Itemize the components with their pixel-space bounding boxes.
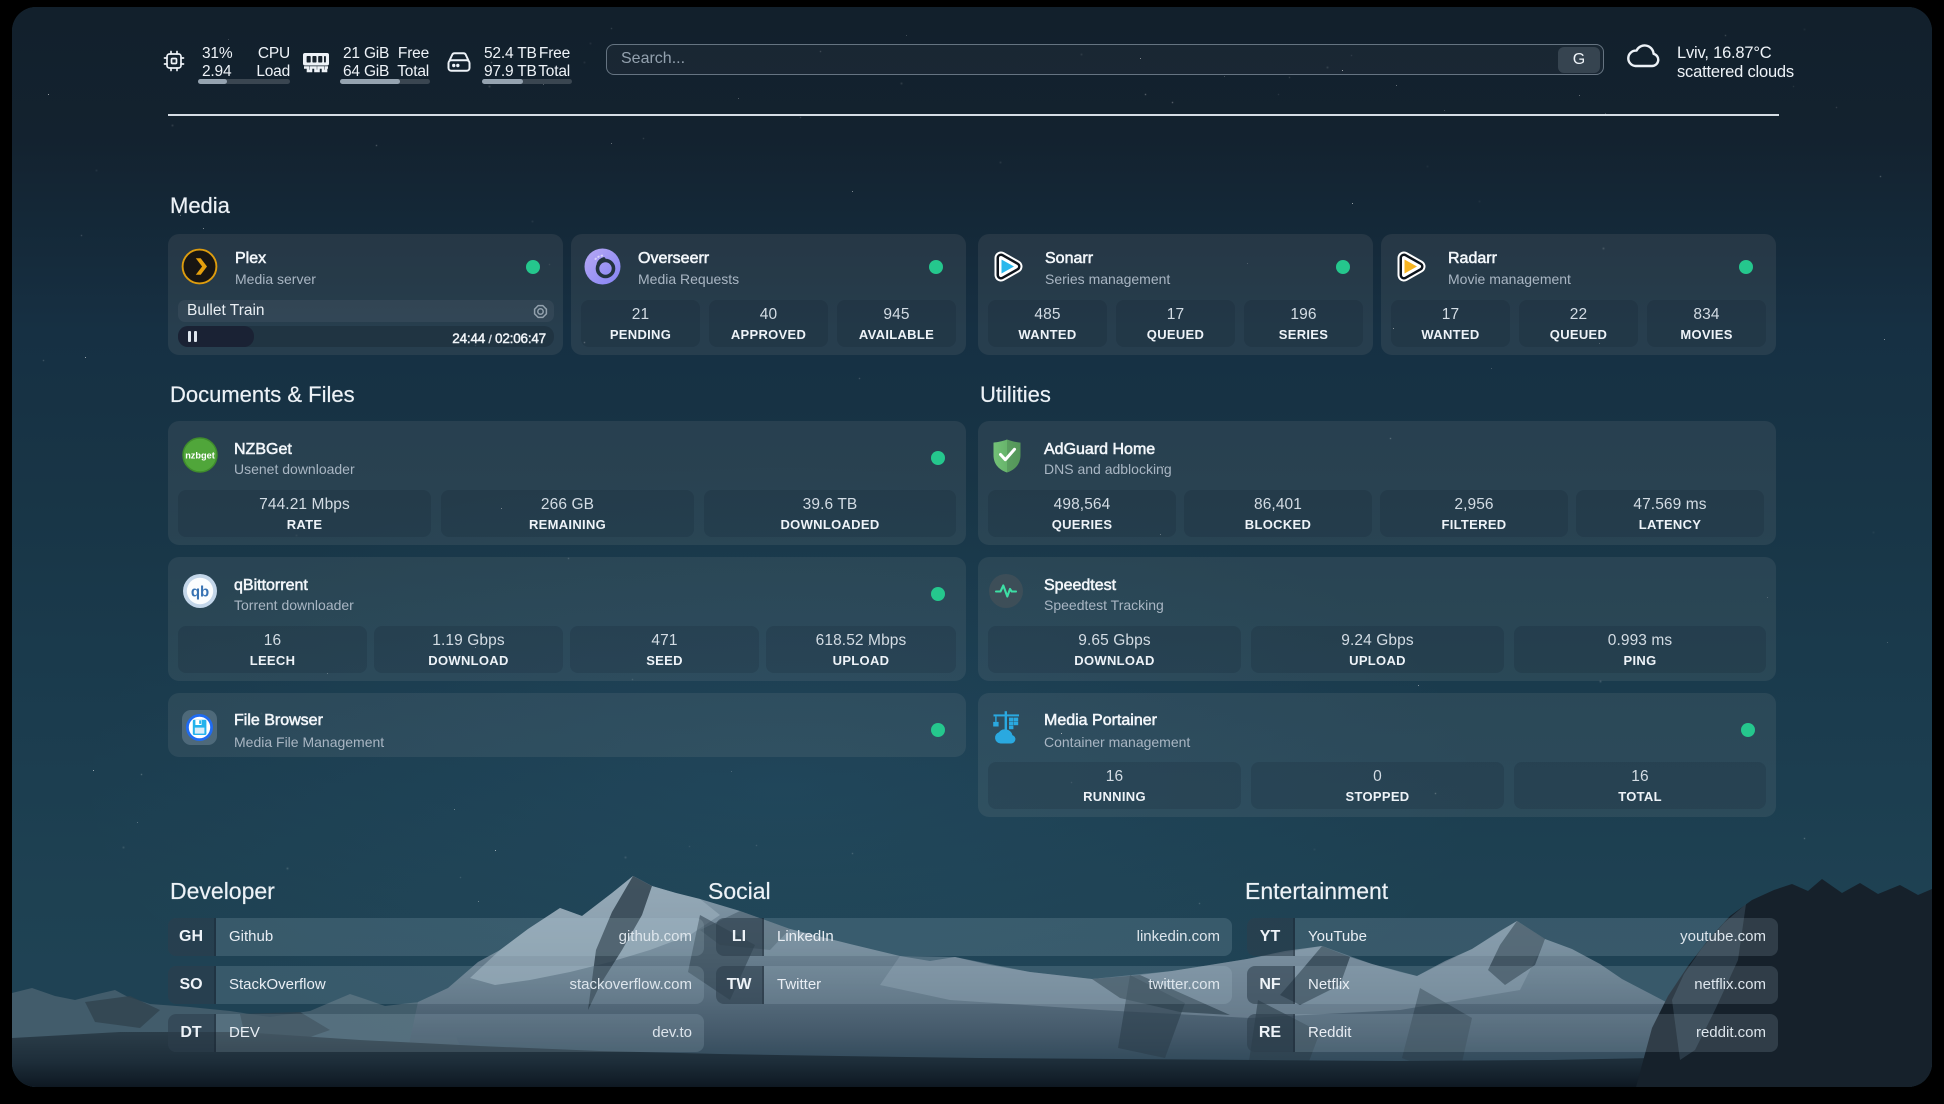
svg-text:qb: qb [191,584,209,601]
svg-text:nzbget: nzbget [185,451,215,461]
